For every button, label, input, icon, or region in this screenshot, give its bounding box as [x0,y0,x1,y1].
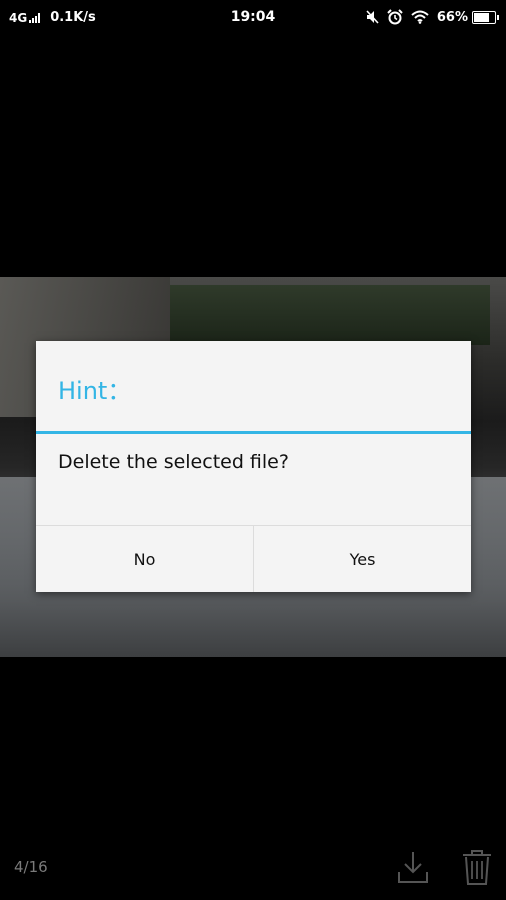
photo-counter: 4/16 [14,858,48,876]
trash-icon [463,850,491,885]
alarm-icon [387,9,403,25]
battery-icon [472,10,499,24]
yes-button[interactable]: Yes [254,526,471,592]
dialog-message: Delete the selected file? [58,451,289,473]
wifi-icon [411,10,429,24]
no-button[interactable]: No [36,526,253,592]
status-bar: 4G 0.1K/s 19:04 66% [0,0,506,36]
status-bar-right: 66% [358,9,499,25]
battery-percent: 66% [436,9,468,25]
download-icon [398,852,428,883]
dialog-title-divider [36,431,471,434]
download-button[interactable] [396,848,430,886]
delete-button[interactable] [460,848,494,886]
delete-confirm-dialog: Hint： Delete the selected file? No Yes [36,341,471,592]
photo-viewer-screen: 4G 0.1K/s 19:04 66% Hint： Delete the sel… [0,0,506,900]
dialog-title: Hint： [58,377,132,405]
mute-icon [366,10,379,24]
